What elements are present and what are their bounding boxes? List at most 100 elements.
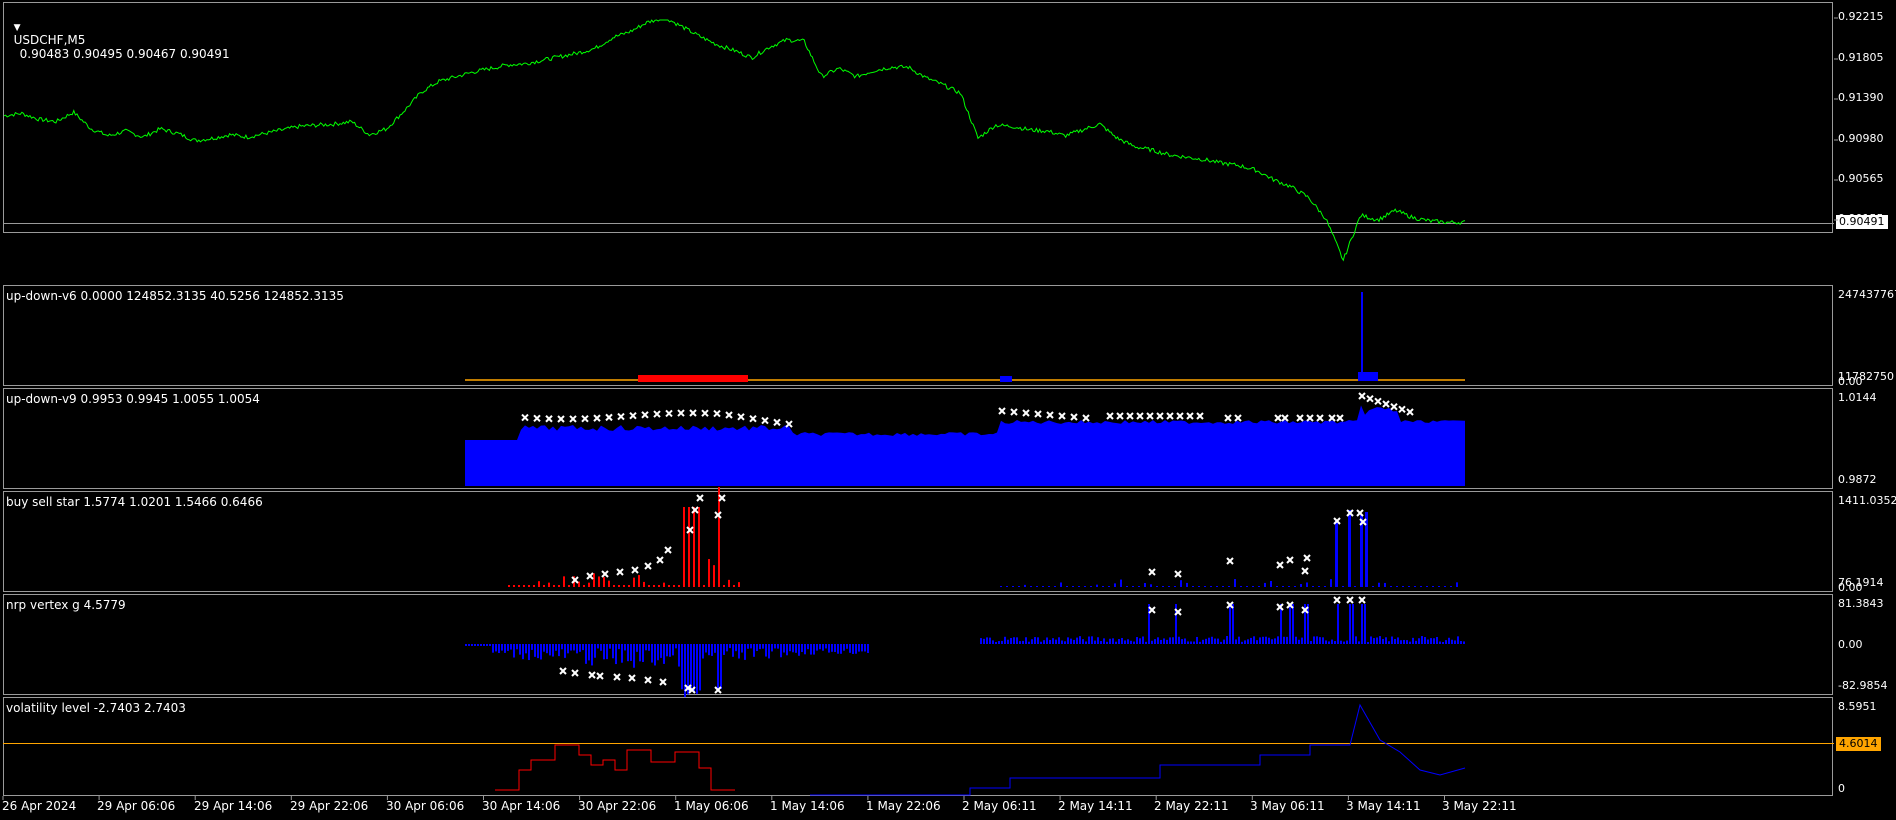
nrp-down-bar — [654, 644, 656, 666]
nrp-down-bar — [630, 644, 632, 661]
nrp-down-bar — [780, 644, 782, 658]
nrp-up-bar — [1247, 639, 1249, 644]
nrp-up-bar — [1214, 638, 1216, 644]
bss-buy-bar — [1276, 586, 1278, 587]
nrp-up-bar — [1310, 641, 1312, 644]
nrp-down-bar — [792, 644, 794, 653]
nrp-down-bar — [762, 644, 764, 649]
nrp-up-bar — [1091, 636, 1093, 644]
nrp-up-bar — [1244, 640, 1246, 644]
nrp-down-bar — [657, 644, 659, 661]
nrp-up-bar — [1196, 636, 1198, 644]
bss-sell-bar — [668, 585, 670, 587]
nrp-up-bar — [1205, 638, 1207, 644]
nrp-up-bar — [1130, 640, 1132, 644]
bss-sell-bar — [693, 507, 695, 587]
v9-marker — [1390, 402, 1398, 411]
bss-buy-bar — [1138, 586, 1140, 587]
nrp-down-bar — [789, 644, 791, 652]
v9-marker — [1296, 414, 1304, 422]
bss-buy-bar — [1234, 579, 1236, 587]
v9-marker — [701, 409, 709, 417]
nrp-up-bar — [1163, 638, 1165, 644]
v9-marker — [1070, 413, 1078, 421]
v9-marker — [689, 409, 697, 417]
v9-marker — [653, 410, 661, 418]
nrp-up-bar — [1301, 637, 1303, 644]
bss-buy-bar — [1402, 586, 1404, 587]
nrp-up-bar — [1394, 638, 1396, 644]
nrp-up-bar — [1457, 636, 1459, 644]
bss-buy-bar — [1378, 582, 1380, 587]
nrp-up-bar — [1133, 641, 1135, 644]
v9-marker — [629, 411, 637, 420]
nrp-up-bar — [1262, 636, 1264, 644]
nrp-up-bar — [1220, 641, 1222, 644]
nrp-down-bar — [840, 644, 842, 654]
bss-buy-bar — [1396, 586, 1398, 587]
bss-sell-bar — [508, 585, 510, 587]
nrp-down-bar — [834, 644, 836, 652]
bss-sell-bar — [673, 585, 675, 587]
nrp-up-bar — [1040, 641, 1042, 644]
nrp-marker — [588, 671, 596, 679]
bss-sell-bar — [678, 585, 680, 587]
nrp-up-bar — [1319, 637, 1321, 644]
nrp-up-bar — [1379, 636, 1381, 644]
bss-marker — [1286, 556, 1294, 564]
nrp-up-bar — [1442, 641, 1444, 644]
v9-marker — [1176, 412, 1184, 420]
v9-marker — [1306, 414, 1314, 422]
nrp-down-bar — [507, 644, 509, 651]
nrp-up-bar — [1166, 639, 1168, 644]
nrp-down-bar — [498, 644, 500, 654]
nrp-up-bar — [1433, 638, 1435, 644]
bss-buy-bar — [1144, 583, 1146, 587]
nrp-down-bar — [819, 644, 821, 650]
bss-buy-bar — [1228, 586, 1230, 587]
nrp-marker — [1358, 596, 1366, 604]
bss-buy-bar — [1078, 586, 1080, 587]
bss-buy-bar — [1186, 582, 1188, 587]
nrp-down-bar — [615, 644, 617, 665]
bss-buy-bar — [1024, 584, 1026, 587]
nrp-up-bar — [1436, 636, 1438, 644]
bss-sell-bar — [588, 582, 590, 587]
nrp-down-bar — [603, 644, 605, 660]
bss-buy-bar — [1114, 583, 1116, 587]
bss-buy-bar — [1048, 586, 1050, 587]
nrp-up-bar — [1427, 639, 1429, 644]
bss-sell-bar — [683, 507, 685, 587]
bss-sell-bar — [643, 581, 645, 587]
bss-marker — [696, 494, 704, 502]
bss-buy-bar — [1132, 586, 1134, 587]
bss-buy-bar — [1252, 586, 1254, 587]
nrp-up-bar — [1193, 641, 1195, 644]
nrp-marker — [613, 673, 621, 681]
v9-marker — [1106, 412, 1114, 420]
nrp-down-bar — [594, 644, 596, 658]
nrp-down-bar — [777, 644, 779, 649]
nrp-up-bar — [1052, 638, 1054, 644]
nrp-up-bar — [1043, 640, 1045, 644]
v9-marker — [1374, 397, 1382, 406]
nrp-up-bar — [1397, 637, 1399, 644]
nrp-down-bar — [471, 644, 473, 646]
bss-buy-bar — [1444, 586, 1446, 587]
v9-marker — [641, 411, 649, 419]
nrp-up-bar — [1004, 636, 1006, 644]
bss-buy-bar — [1006, 586, 1008, 587]
nrp-up-bar — [1073, 639, 1075, 644]
v9-marker — [1046, 411, 1054, 419]
v9-marker — [1126, 412, 1134, 420]
bss-sell-bar — [733, 585, 735, 587]
v9-marker — [1196, 412, 1204, 420]
nrp-down-bar — [516, 644, 518, 650]
nrp-up-bar — [1082, 639, 1084, 644]
bss-buy-bar — [1300, 584, 1302, 587]
bss-buy-bar — [1084, 586, 1086, 587]
nrp-up-bar — [1373, 638, 1375, 644]
nrp-up-bar — [1337, 604, 1339, 644]
nrp-up-bar — [1295, 636, 1297, 644]
nrp-up-bar — [1388, 641, 1390, 644]
